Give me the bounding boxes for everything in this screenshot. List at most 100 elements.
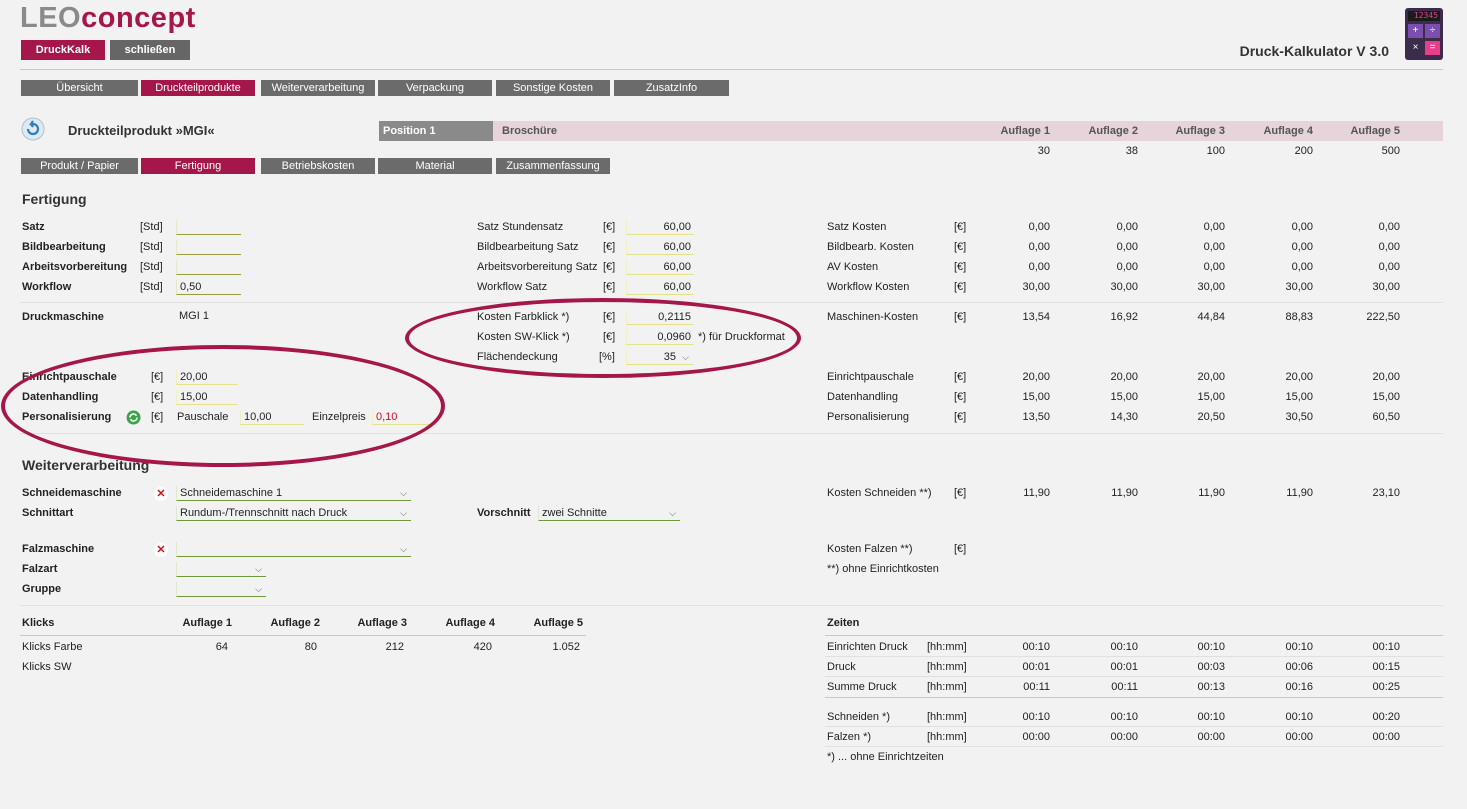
workflow-kosten-unit: [€] bbox=[954, 281, 967, 293]
app-title: Druck-Kalkulator V 3.0 bbox=[1239, 43, 1389, 59]
klicks-header: Auflage 5 bbox=[533, 617, 583, 629]
zeiten-label: Zeiten bbox=[827, 617, 860, 629]
remove-icon[interactable]: ✕ bbox=[154, 543, 168, 557]
back-icon[interactable] bbox=[21, 117, 45, 141]
tab-uebersicht[interactable]: Übersicht bbox=[21, 80, 138, 96]
satz-kosten-value: 0,00 bbox=[1291, 221, 1313, 233]
zeiten-value: 00:13 bbox=[1197, 681, 1225, 693]
bildbearb-kosten-value: 0,00 bbox=[1378, 241, 1400, 253]
tab-zusatzinfo[interactable]: ZusatzInfo bbox=[614, 80, 729, 96]
personalisierung-kosten-value: 20,50 bbox=[1197, 411, 1225, 423]
bildbearbeitung-label: Bildbearbeitung bbox=[22, 241, 106, 253]
satz-input[interactable] bbox=[176, 220, 241, 235]
zeiten-value: 00:00 bbox=[1022, 731, 1050, 743]
gruppe-label: Gruppe bbox=[22, 583, 62, 595]
workflow-input[interactable]: 0,50 bbox=[176, 280, 241, 295]
satz-stundensatz-unit: [€] bbox=[603, 221, 616, 233]
auflage-value-5: 500 bbox=[1381, 145, 1400, 157]
auflage-value-4: 200 bbox=[1294, 145, 1313, 157]
datenhandling-kosten-value: 15,00 bbox=[1110, 391, 1138, 403]
personalisierung-kosten-value: 13,50 bbox=[1022, 411, 1050, 423]
satz-unit: [Std] bbox=[140, 221, 163, 233]
av-kosten-value: 0,00 bbox=[1116, 261, 1138, 273]
gruppe-select[interactable]: ⌵ bbox=[176, 582, 266, 597]
workflow-kosten-value: 30,00 bbox=[1372, 281, 1400, 293]
vorschnitt-select[interactable]: zwei Schnitte ⌵ bbox=[538, 506, 680, 521]
av-kosten-value: 0,00 bbox=[1291, 261, 1313, 273]
header-divider bbox=[20, 69, 1443, 70]
divider bbox=[825, 656, 1443, 657]
falzart-select[interactable]: ⌵ bbox=[176, 562, 266, 577]
bildbearbeitung-input[interactable] bbox=[176, 240, 241, 255]
zeiten-value: 00:11 bbox=[1023, 681, 1050, 693]
remove-icon[interactable]: ✕ bbox=[154, 487, 168, 501]
kosten-schneiden-value: 11,90 bbox=[1198, 487, 1225, 499]
bildbearbeitung-satz-input[interactable]: 60,00 bbox=[626, 240, 694, 255]
subtab-betriebskosten[interactable]: Betriebskosten bbox=[261, 158, 375, 174]
bildbearb-kosten-value: 0,00 bbox=[1291, 241, 1313, 253]
av-satz-input[interactable]: 60,00 bbox=[626, 260, 694, 275]
workflow-satz-label: Workflow Satz bbox=[477, 281, 548, 293]
auflage-header-3: Auflage 3 bbox=[1175, 125, 1225, 137]
schneidemaschine-select[interactable]: Schneidemaschine 1 ⌵ bbox=[176, 486, 411, 501]
maschinen-kosten-label: Maschinen-Kosten bbox=[827, 311, 919, 323]
tab-weiterverarbeitung[interactable]: Weiterverarbeitung bbox=[261, 80, 375, 96]
zeiten-value: 00:00 bbox=[1197, 731, 1225, 743]
zeiten-value: 00:01 bbox=[1022, 661, 1050, 673]
einrichtpauschale-kosten-value: 20,00 bbox=[1197, 371, 1225, 383]
satz-label: Satz bbox=[22, 221, 45, 233]
divider bbox=[20, 302, 1443, 303]
zeiten-value: 00:10 bbox=[1285, 641, 1313, 653]
tab-druckteilprodukte[interactable]: Druckteilprodukte bbox=[141, 80, 255, 96]
zeiten-value: 00:16 bbox=[1285, 681, 1313, 693]
highlight-ellipse bbox=[1, 345, 445, 467]
bildbearb-kosten-unit: [€] bbox=[954, 241, 967, 253]
tab-verpackung[interactable]: Verpackung bbox=[378, 80, 492, 96]
workflow-kosten-value: 30,00 bbox=[1022, 281, 1050, 293]
falzmaschine-select[interactable]: ⌵ bbox=[176, 542, 411, 557]
workflow-satz-input[interactable]: 60,00 bbox=[626, 280, 694, 295]
divider bbox=[825, 697, 1443, 698]
falzart-label: Falzart bbox=[22, 563, 58, 575]
auflage-value-2: 38 bbox=[1125, 145, 1138, 157]
tab-sonstige-kosten[interactable]: Sonstige Kosten bbox=[496, 80, 610, 96]
klicks-label: Klicks bbox=[22, 617, 55, 629]
zeiten-row-unit: [hh:mm] bbox=[927, 681, 967, 693]
arbeitsvorbereitung-input[interactable] bbox=[176, 260, 241, 275]
falzmaschine-label: Falzmaschine bbox=[22, 543, 95, 555]
position-tab[interactable]: Position 1 bbox=[379, 121, 493, 141]
zeiten-row-label: Schneiden *) bbox=[827, 711, 890, 723]
chevron-down-icon: ⌵ bbox=[255, 584, 262, 594]
klicks-farbe-value: 1.052 bbox=[552, 641, 580, 653]
product-type: Broschüre bbox=[502, 125, 558, 137]
calculator-icon[interactable]: 12345 + ÷ × = bbox=[1405, 8, 1443, 60]
klicks-header: Auflage 4 bbox=[445, 617, 495, 629]
personalisierung-kosten-unit: [€] bbox=[954, 411, 967, 423]
druckkalk-button[interactable]: DruckKalk bbox=[21, 40, 105, 60]
workflow-kosten-value: 30,00 bbox=[1285, 281, 1313, 293]
subtab-material[interactable]: Material bbox=[378, 158, 492, 174]
divider bbox=[825, 746, 1443, 747]
subtab-produkt-papier[interactable]: Produkt / Papier bbox=[21, 158, 138, 174]
satz-stundensatz-input[interactable]: 60,00 bbox=[626, 220, 694, 235]
subtab-fertigung[interactable]: Fertigung bbox=[141, 158, 255, 174]
maschinen-kosten-value: 222,50 bbox=[1366, 311, 1400, 323]
maschinen-kosten-value: 13,54 bbox=[1022, 311, 1050, 323]
av-kosten-label: AV Kosten bbox=[827, 261, 879, 273]
druckmaschine-value: MGI 1 bbox=[179, 310, 209, 322]
satz-kosten-value: 0,00 bbox=[1116, 221, 1138, 233]
schliessen-button[interactable]: schließen bbox=[110, 40, 190, 60]
auflage-header-2: Auflage 2 bbox=[1088, 125, 1138, 137]
datenhandling-kosten-value: 15,00 bbox=[1197, 391, 1225, 403]
zeiten-value: 00:00 bbox=[1110, 731, 1138, 743]
datenhandling-kosten-unit: [€] bbox=[954, 391, 967, 403]
schnittart-select[interactable]: Rundum-/Trennschnitt nach Druck ⌵ bbox=[176, 506, 411, 521]
chevron-down-icon: ⌵ bbox=[400, 488, 407, 498]
workflow-satz-unit: [€] bbox=[603, 281, 616, 293]
zeiten-row-unit: [hh:mm] bbox=[927, 641, 967, 653]
klicks-farbe-value: 212 bbox=[385, 641, 404, 653]
av-kosten-value: 0,00 bbox=[1378, 261, 1400, 273]
subtab-zusammenfassung[interactable]: Zusammenfassung bbox=[496, 158, 610, 174]
product-title: Druckteilprodukt »MGI« bbox=[68, 123, 215, 138]
zeiten-value: 00:01 bbox=[1110, 661, 1138, 673]
